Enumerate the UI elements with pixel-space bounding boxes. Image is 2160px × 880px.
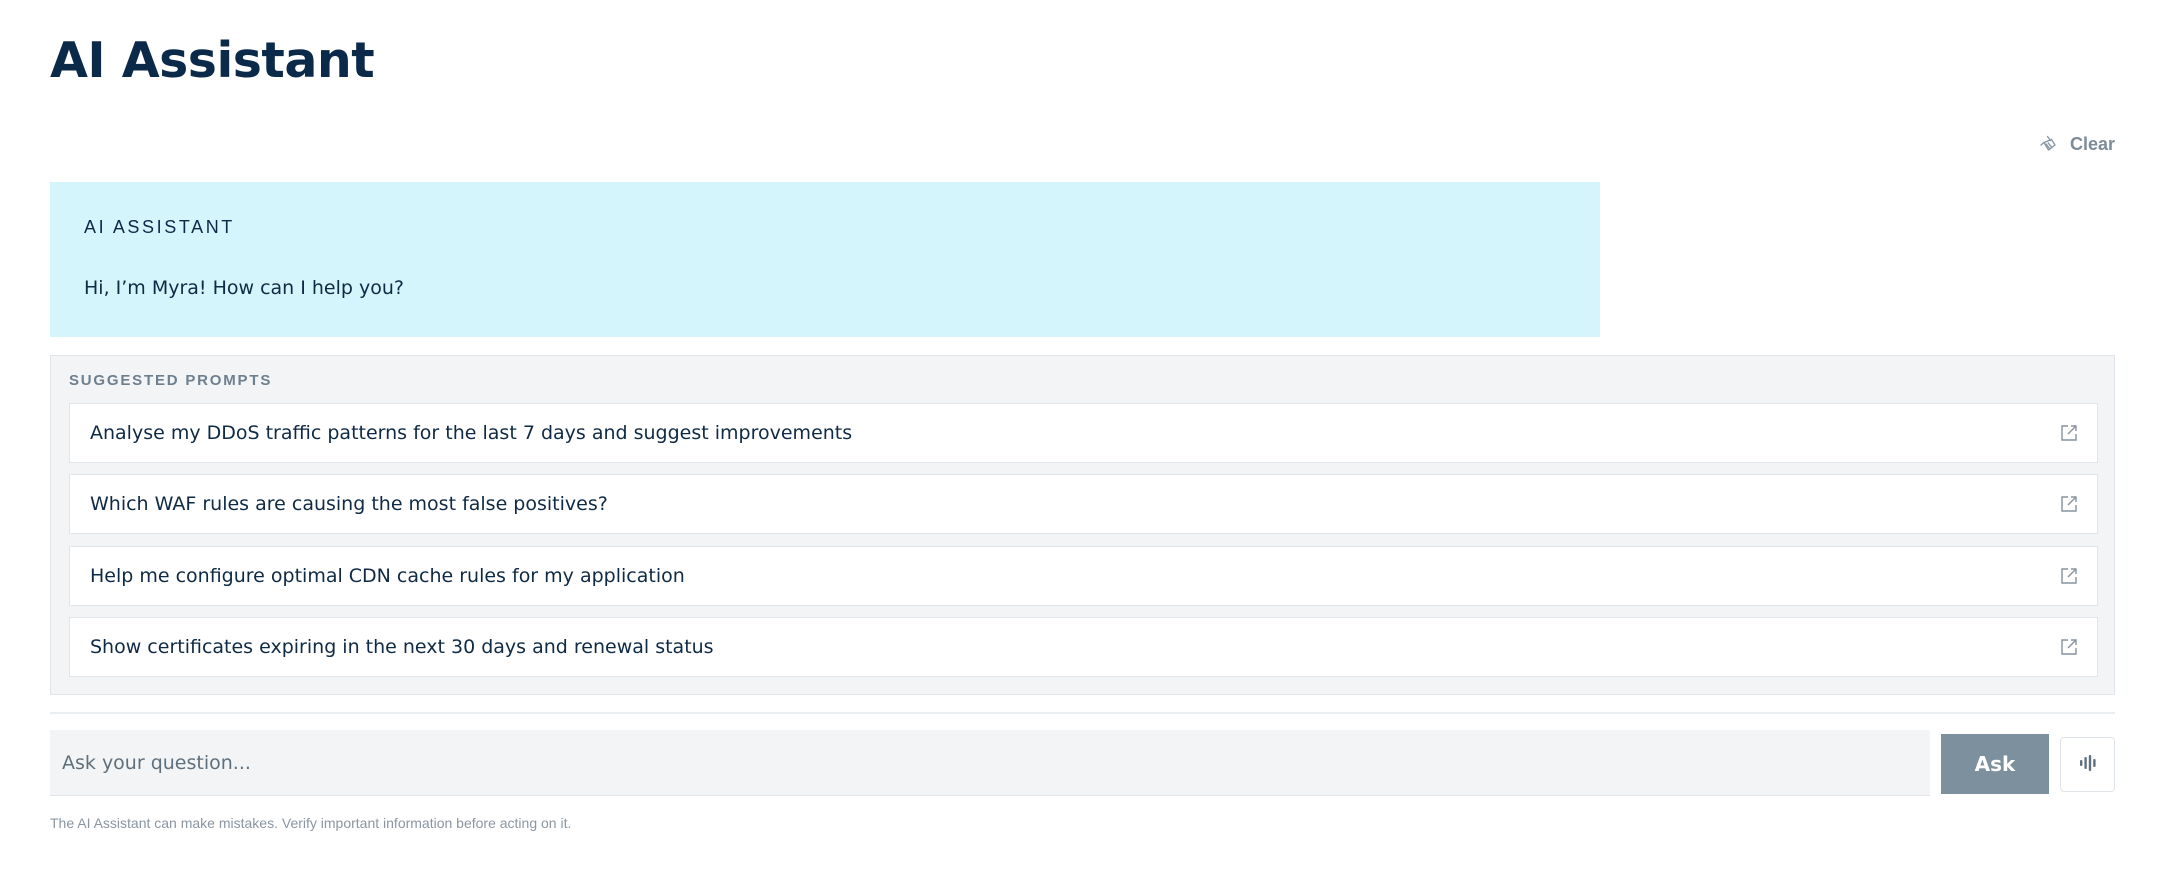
external-link-icon — [2059, 423, 2079, 443]
external-link-icon — [2059, 566, 2079, 586]
suggested-prompts-list: Analyse my DDoS traffic patterns for the… — [69, 403, 2098, 688]
suggested-prompt-item[interactable]: Help me configure optimal CDN cache rule… — [69, 545, 2098, 606]
voice-input-button[interactable] — [2060, 737, 2115, 792]
disclaimer-text: The AI Assistant can make mistakes. Veri… — [50, 815, 572, 831]
broom-icon — [2038, 134, 2058, 154]
question-input[interactable] — [50, 730, 1930, 796]
suggested-prompt-text: Which WAF rules are causing the most fal… — [90, 493, 608, 516]
assistant-message: AI ASSISTANT Hi, I’m Myra! How can I hel… — [50, 182, 1600, 337]
clear-button[interactable]: Clear — [2038, 131, 2115, 157]
ask-button[interactable]: Ask — [1941, 734, 2049, 794]
assistant-label: AI ASSISTANT — [84, 217, 235, 237]
external-link-icon — [2059, 494, 2079, 514]
suggested-prompt-item[interactable]: Analyse my DDoS traffic patterns for the… — [69, 403, 2098, 463]
suggested-prompts-panel: SUGGESTED PROMPTS Analyse my DDoS traffi… — [50, 355, 2115, 695]
clear-button-label: Clear — [2069, 133, 2115, 154]
suggested-prompt-text: Show certificates expiring in the next 3… — [90, 635, 714, 658]
assistant-greeting: Hi, I’m Myra! How can I help you? — [84, 277, 404, 299]
voice-waveform-icon — [2077, 752, 2099, 777]
suggested-prompt-text: Help me configure optimal CDN cache rule… — [90, 564, 685, 587]
composer-divider — [50, 712, 2115, 714]
suggested-prompt-text: Analyse my DDoS traffic patterns for the… — [90, 422, 853, 444]
page-title: AI Assistant — [50, 32, 375, 89]
suggested-prompts-heading: SUGGESTED PROMPTS — [69, 372, 273, 389]
suggested-prompt-item[interactable]: Show certificates expiring in the next 3… — [69, 616, 2098, 677]
suggested-prompt-item[interactable]: Which WAF rules are causing the most fal… — [69, 474, 2098, 535]
external-link-icon — [2059, 637, 2079, 657]
